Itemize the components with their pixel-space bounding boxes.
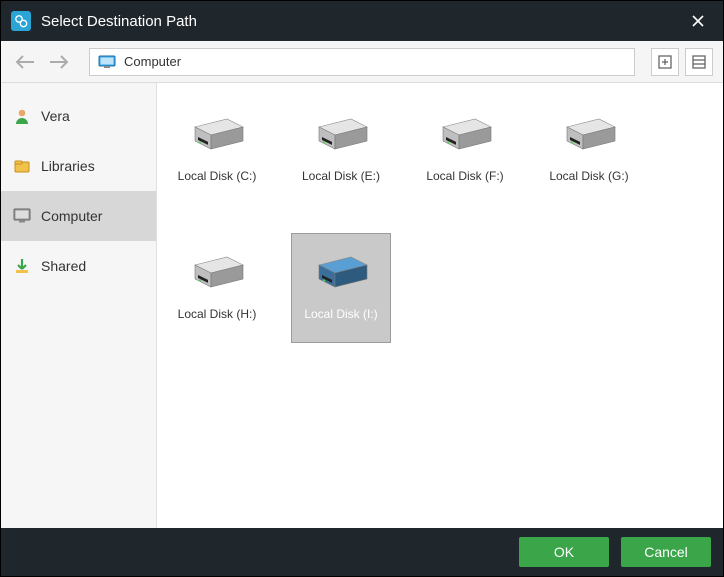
content-area: Local Disk (C:) Local Disk (E:) Local Disk… bbox=[157, 83, 723, 528]
disk-icon bbox=[311, 117, 371, 157]
disk-label: Local Disk (I:) bbox=[304, 307, 377, 321]
new-folder-button[interactable] bbox=[651, 48, 679, 76]
sidebar-item-computer[interactable]: Computer bbox=[1, 191, 156, 241]
sidebar-item-label: Vera bbox=[41, 108, 70, 124]
footer: OK Cancel bbox=[1, 528, 723, 576]
disk-label: Local Disk (H:) bbox=[178, 307, 257, 321]
shared-icon bbox=[13, 257, 31, 275]
disk-item[interactable]: Local Disk (I:) bbox=[291, 233, 391, 343]
disk-item[interactable]: Local Disk (H:) bbox=[167, 233, 267, 343]
titlebar: Select Destination Path bbox=[1, 1, 723, 41]
disk-icon bbox=[435, 117, 495, 157]
sidebar-item-label: Computer bbox=[41, 208, 102, 224]
sidebar-item-shared[interactable]: Shared bbox=[1, 241, 156, 291]
forward-button[interactable] bbox=[45, 48, 73, 76]
disk-label: Local Disk (G:) bbox=[549, 169, 628, 183]
disk-item[interactable]: Local Disk (G:) bbox=[539, 95, 639, 205]
disk-label: Local Disk (F:) bbox=[426, 169, 503, 183]
disk-label: Local Disk (E:) bbox=[302, 169, 380, 183]
sidebar: Vera Libraries Computer Shared bbox=[1, 83, 157, 528]
sidebar-item-label: Shared bbox=[41, 258, 86, 274]
disk-item[interactable]: Local Disk (F:) bbox=[415, 95, 515, 205]
sidebar-item-libraries[interactable]: Libraries bbox=[1, 141, 156, 191]
disk-item[interactable]: Local Disk (C:) bbox=[167, 95, 267, 205]
computer-icon bbox=[98, 55, 116, 69]
disk-icon bbox=[187, 117, 247, 157]
dialog-title: Select Destination Path bbox=[41, 13, 683, 30]
computer-icon bbox=[13, 207, 31, 225]
user-icon bbox=[13, 107, 31, 125]
body: Vera Libraries Computer Shared Local Disk (… bbox=[1, 83, 723, 528]
app-icon bbox=[11, 11, 31, 31]
disk-label: Local Disk (C:) bbox=[178, 169, 257, 183]
sidebar-item-vera[interactable]: Vera bbox=[1, 91, 156, 141]
dialog-window: Select Destination Path Computer Vera Lib… bbox=[0, 0, 724, 577]
disk-icon bbox=[311, 255, 371, 295]
close-button[interactable] bbox=[683, 6, 713, 36]
libraries-icon bbox=[13, 157, 31, 175]
path-bar[interactable]: Computer bbox=[89, 48, 635, 76]
path-label: Computer bbox=[124, 54, 181, 69]
ok-button[interactable]: OK bbox=[519, 537, 609, 567]
disk-item[interactable]: Local Disk (E:) bbox=[291, 95, 391, 205]
sidebar-item-label: Libraries bbox=[41, 158, 95, 174]
disk-icon bbox=[187, 255, 247, 295]
disk-grid: Local Disk (C:) Local Disk (E:) Local Disk… bbox=[167, 95, 713, 343]
toolbar: Computer bbox=[1, 41, 723, 83]
cancel-button[interactable]: Cancel bbox=[621, 537, 711, 567]
disk-icon bbox=[559, 117, 619, 157]
back-button[interactable] bbox=[11, 48, 39, 76]
view-list-button[interactable] bbox=[685, 48, 713, 76]
